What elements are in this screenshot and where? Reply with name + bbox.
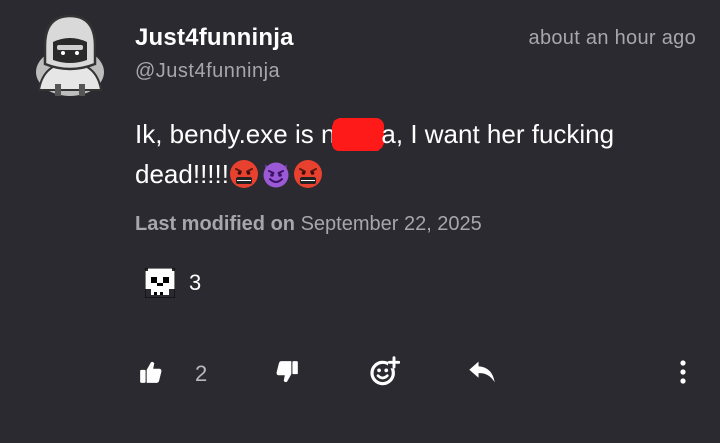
add-emoji-icon [370, 356, 400, 386]
more-vertical-icon [680, 360, 686, 384]
post-card: Just4funninja @Just4funninja about an ho… [0, 0, 720, 443]
last-modified: Last modified on September 22, 2025 [135, 213, 482, 236]
skull-icon [145, 268, 175, 298]
last-modified-date: September 22, 2025 [300, 213, 482, 235]
post-body-text: Ik, bendy.exe is n [135, 119, 336, 149]
author-handle[interactable]: @Just4funninja [135, 60, 280, 83]
post-timestamp: about an hour ago [528, 27, 696, 49]
last-modified-label: Last modified on [135, 213, 295, 235]
like-count: 2 [195, 361, 208, 386]
avatar[interactable] [33, 12, 107, 98]
dislike-button[interactable] [274, 359, 300, 385]
more-options-button[interactable] [676, 359, 690, 385]
action-bar: 2 [0, 353, 720, 393]
reply-button[interactable] [467, 359, 497, 385]
thumbs-down-icon [276, 361, 298, 383]
enraged-face-emoji [293, 159, 323, 189]
censor-mark [333, 119, 384, 149]
enraged-face-emoji [229, 159, 259, 189]
thumbs-up-icon [140, 361, 162, 383]
reaction-count: 3 [189, 270, 202, 295]
reply-arrow-icon [469, 361, 495, 383]
reaction-chip[interactable]: 3 [145, 268, 201, 298]
add-reaction-button[interactable] [368, 355, 400, 387]
smiling-face-with-horns-emoji [261, 159, 291, 189]
author-name[interactable]: Just4funninja [135, 24, 294, 52]
like-button[interactable] [138, 359, 164, 385]
post-body: Ik, bendy.exe is n a, I want her fucking … [135, 114, 695, 194]
